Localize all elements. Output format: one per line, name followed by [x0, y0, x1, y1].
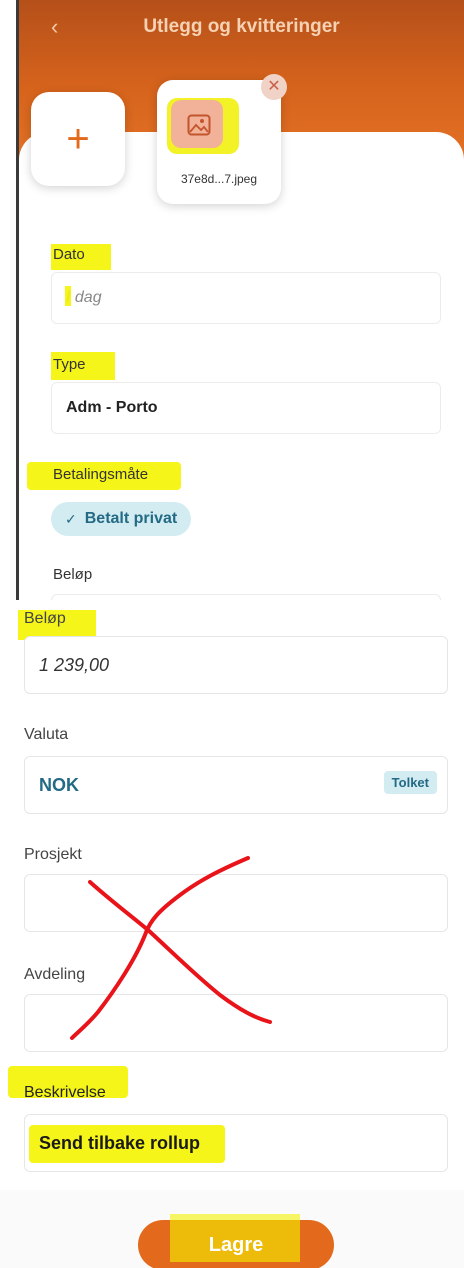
project-label: Prosjekt: [24, 846, 82, 863]
plus-icon: +: [66, 117, 90, 161]
checkmark-icon: ✓: [65, 510, 77, 527]
top-screen: ‹ Utlegg og kvitteringer + 37e8d...7.jpe…: [16, 0, 464, 600]
date-placeholder: I dag: [66, 289, 102, 306]
amount-label-top: Beløp: [53, 566, 93, 583]
currency-label: Valuta: [24, 726, 69, 743]
currency-field[interactable]: NOK Tolket: [24, 756, 448, 814]
department-field[interactable]: [24, 994, 448, 1052]
type-field[interactable]: Adm - Porto: [51, 382, 441, 434]
date-label: Dato: [53, 246, 85, 263]
close-icon[interactable]: ✕: [261, 74, 287, 100]
add-attachment-button[interactable]: +: [31, 92, 125, 186]
payment-method-label: Betalingsmåte: [53, 466, 149, 483]
type-value: Adm - Porto: [66, 399, 158, 416]
payment-chip-label: Betalt privat: [84, 510, 178, 527]
attachment-file-name: 37e8d...7.jpeg: [180, 172, 258, 186]
payment-chip[interactable]: ✓ Betalt privat: [51, 502, 192, 536]
image-icon: [187, 114, 211, 136]
type-label: Type: [53, 356, 86, 373]
project-field[interactable]: [24, 874, 448, 932]
description-field[interactable]: Send tilbake rollup: [24, 1114, 448, 1172]
page-title: Utlegg og kvitteringer: [143, 16, 340, 37]
description-label: Beskrivelse: [24, 1084, 106, 1101]
date-field[interactable]: I dag: [51, 272, 441, 324]
save-button[interactable]: Lagre: [138, 1214, 334, 1268]
department-label: Avdeling: [24, 966, 86, 983]
amount-field[interactable]: 1 239,00: [24, 636, 448, 694]
description-value: Send tilbake rollup: [39, 1132, 201, 1153]
highlight-marker: [65, 286, 71, 306]
amount-value: 1 239,00: [39, 654, 110, 675]
currency-value: NOK: [39, 774, 79, 795]
amount-label: Beløp: [24, 610, 66, 627]
bottom-screen: Beløp 1 239,00 Valuta NOK Tolket Prosjek…: [0, 600, 464, 1268]
interpreted-badge: Tolket: [383, 771, 437, 794]
save-button-label: Lagre: [208, 1233, 264, 1256]
attachment-card[interactable]: 37e8d...7.jpeg: [157, 80, 281, 204]
